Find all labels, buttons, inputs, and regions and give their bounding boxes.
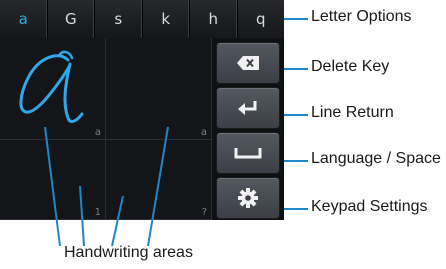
callout-line [284, 68, 308, 70]
callout-line [284, 160, 308, 162]
letter-option[interactable]: h [190, 0, 238, 38]
area-recognized-mark: a [200, 127, 207, 138]
callout-line [284, 114, 308, 116]
function-key-column [212, 38, 284, 220]
handwriting-area-top-right[interactable]: a [106, 38, 212, 140]
handwriting-area-bottom-left[interactable]: 1 [0, 140, 106, 220]
letter-options-label: Letter Options [311, 8, 412, 25]
letter-option[interactable]: q [238, 0, 285, 38]
handwriting-area-bottom-right[interactable]: ? [106, 140, 212, 220]
line-return-label: Line Return [311, 104, 394, 121]
callout-line [284, 208, 308, 210]
handwriting-areas-label: Handwriting areas [64, 244, 193, 261]
enter-key[interactable] [216, 87, 280, 129]
gear-icon [238, 188, 258, 208]
backspace-icon [237, 56, 259, 70]
area-recognized-mark: a [94, 127, 101, 138]
letter-option[interactable]: G [48, 0, 95, 38]
letter-option[interactable]: k [143, 0, 190, 38]
handwriting-keypad: a G s k h q a a 1 ? [0, 0, 284, 220]
area-recognized-mark: 1 [94, 207, 101, 218]
handwritten-stroke [19, 50, 84, 123]
keypad-settings-key[interactable] [216, 177, 280, 219]
language-space-label: Language / Space [311, 150, 441, 167]
space-icon [234, 148, 262, 159]
delete-key[interactable] [216, 42, 280, 84]
letter-option[interactable]: s [95, 0, 143, 38]
handwriting-area-top-left[interactable]: a [0, 38, 106, 140]
area-recognized-mark: ? [201, 207, 207, 218]
language-space-key[interactable] [216, 132, 280, 174]
letter-option[interactable]: a [0, 0, 48, 38]
letter-options-bar: a G s k h q [0, 0, 284, 39]
keypad-settings-label: Keypad Settings [311, 198, 428, 215]
enter-icon [238, 101, 257, 115]
callout-line [284, 18, 308, 20]
delete-key-label: Delete Key [311, 58, 390, 75]
